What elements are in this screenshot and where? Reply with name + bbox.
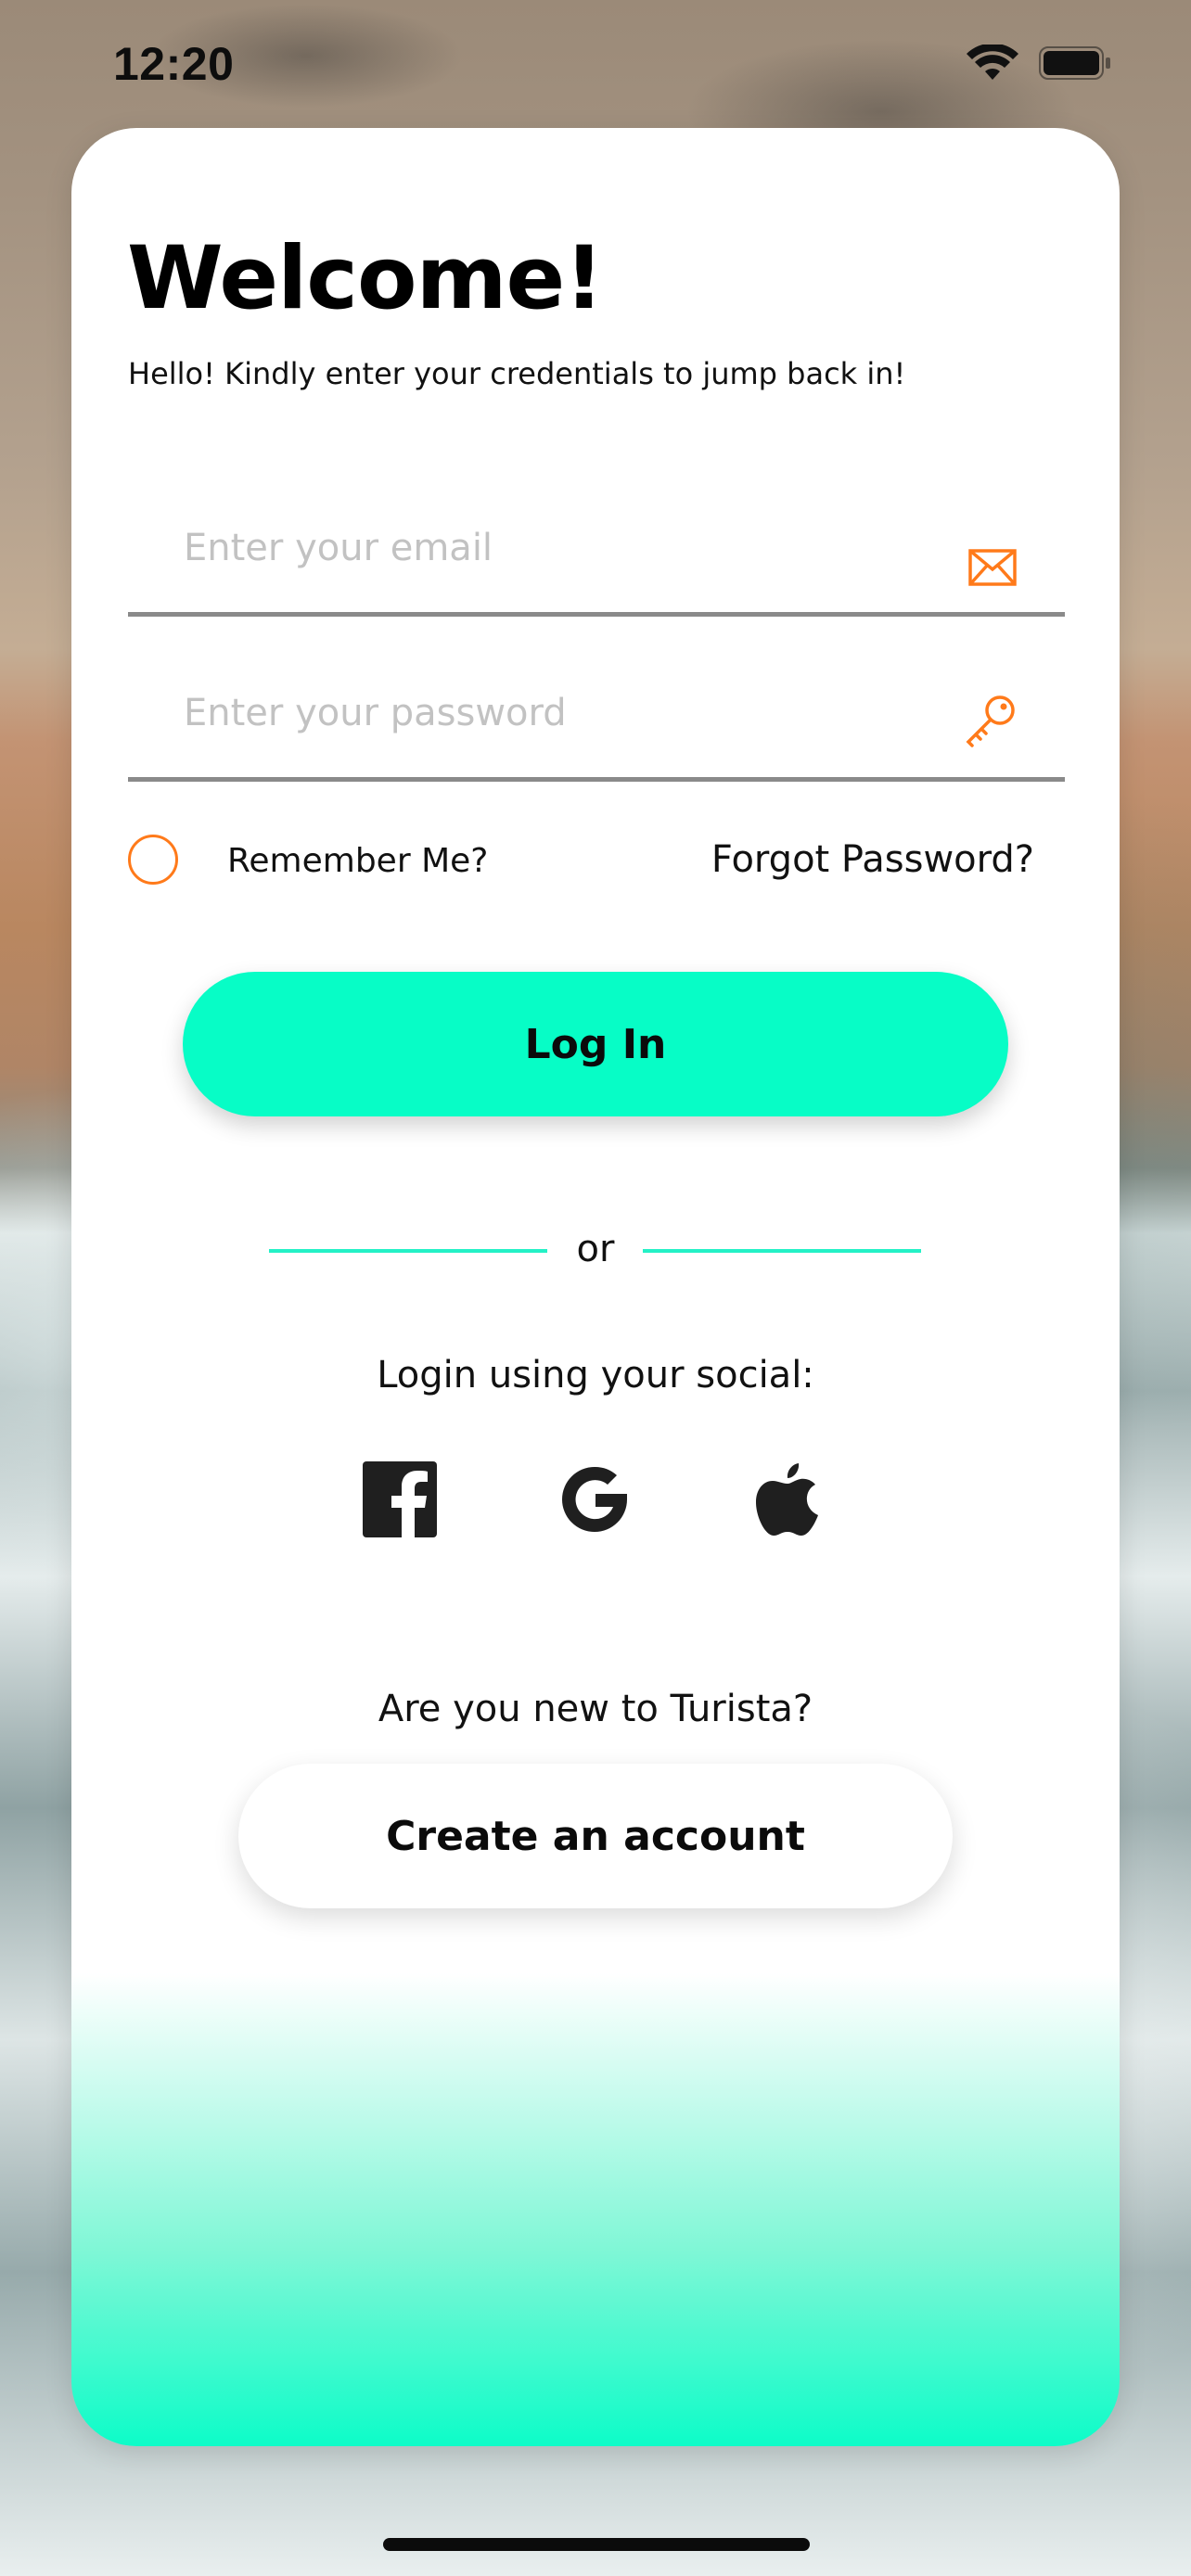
home-indicator[interactable] (383, 2538, 810, 2551)
status-time: 12:20 (113, 38, 235, 90)
new-user-prompt: Are you new to Turista? (378, 1688, 813, 1730)
wifi-icon (967, 45, 1018, 82)
password-input[interactable] (182, 675, 946, 751)
create-account-button[interactable]: Create an account (238, 1764, 953, 1908)
password-field (128, 666, 1065, 782)
social-login-heading: Login using your social: (377, 1354, 814, 1396)
status-icons (967, 45, 1113, 82)
welcome-title: Welcome! (127, 228, 604, 329)
email-field (128, 501, 1065, 617)
envelope-icon[interactable] (968, 549, 1017, 590)
key-icon[interactable] (965, 694, 1017, 751)
facebook-icon[interactable] (363, 1461, 437, 1541)
login-card: Welcome! Hello! Kindly enter your creden… (71, 128, 1120, 2446)
welcome-subtitle: Hello! Kindly enter your credentials to … (128, 356, 906, 391)
divider-or-text: or (576, 1228, 615, 1270)
remember-me-checkbox[interactable] (128, 835, 178, 885)
email-input[interactable] (182, 510, 946, 586)
google-icon[interactable] (557, 1461, 633, 1541)
remember-me-label: Remember Me? (227, 842, 489, 880)
login-button[interactable]: Log In (183, 972, 1008, 1116)
divider-right (643, 1249, 921, 1253)
forgot-password-link[interactable]: Forgot Password? (711, 838, 1034, 881)
battery-icon (1039, 45, 1113, 81)
apple-icon[interactable] (754, 1461, 821, 1541)
